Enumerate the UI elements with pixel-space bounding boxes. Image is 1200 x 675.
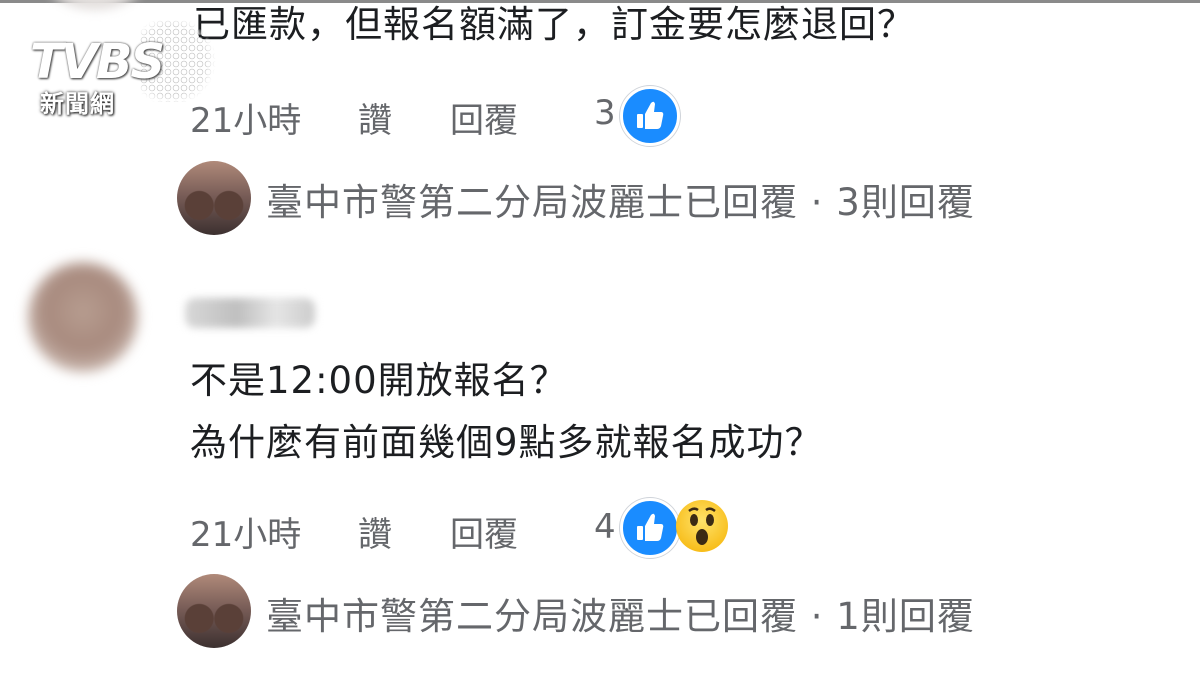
comment1-reaction-count[interactable]: 3 <box>594 93 616 133</box>
comment2-time[interactable]: 21小時 <box>190 507 301 556</box>
comment1-text: 已匯款，但報名額滿了，訂金要怎麼退回？ <box>193 3 915 46</box>
thumbs-up-glyph <box>637 101 664 129</box>
reply-count: 1則回覆 <box>836 595 975 638</box>
like-icon[interactable] <box>620 86 680 146</box>
like-icon[interactable] <box>620 498 680 558</box>
tvbs-logo: TVBS 新聞網 <box>28 20 218 118</box>
comment2-reaction-count[interactable]: 4 <box>594 507 616 547</box>
reply-author-label: 臺中市警第二分局波麗士已回覆 <box>266 181 798 224</box>
comment2-author-name-blurred[interactable] <box>185 298 315 328</box>
reply-author-avatar[interactable] <box>177 161 251 235</box>
comment1-reply-button[interactable]: 回覆 <box>450 93 518 142</box>
comment1-like-button[interactable]: 讚 <box>358 93 392 142</box>
comment2-avatar[interactable] <box>28 262 138 372</box>
comment1-view-replies[interactable]: 臺中市警第二分局波麗士已回覆 · 3則回覆 <box>266 172 975 226</box>
wow-icon[interactable] <box>676 500 728 552</box>
reply-author-label: 臺中市警第二分局波麗士已回覆 <box>266 595 798 638</box>
wow-face-glyph <box>688 507 716 545</box>
comment2-text-line2: 為什麼有前面幾個9點多就報名成功？ <box>190 421 823 464</box>
reply-count: 3則回覆 <box>836 181 975 224</box>
comment2-reply-button[interactable]: 回覆 <box>450 507 518 556</box>
comment2-text-line1: 不是12:00開放報名？ <box>190 359 568 402</box>
comment2-view-replies[interactable]: 臺中市警第二分局波麗士已回覆 · 1則回覆 <box>266 586 975 640</box>
reply-separator: · <box>798 595 837 638</box>
logo-brand: TVBS <box>30 34 165 90</box>
logo-subtitle: 新聞網 <box>40 90 115 118</box>
reply-author-avatar[interactable] <box>177 574 251 648</box>
thumbs-up-glyph <box>637 513 664 541</box>
reply-separator: · <box>798 181 837 224</box>
comment2-like-button[interactable]: 讚 <box>358 507 392 556</box>
